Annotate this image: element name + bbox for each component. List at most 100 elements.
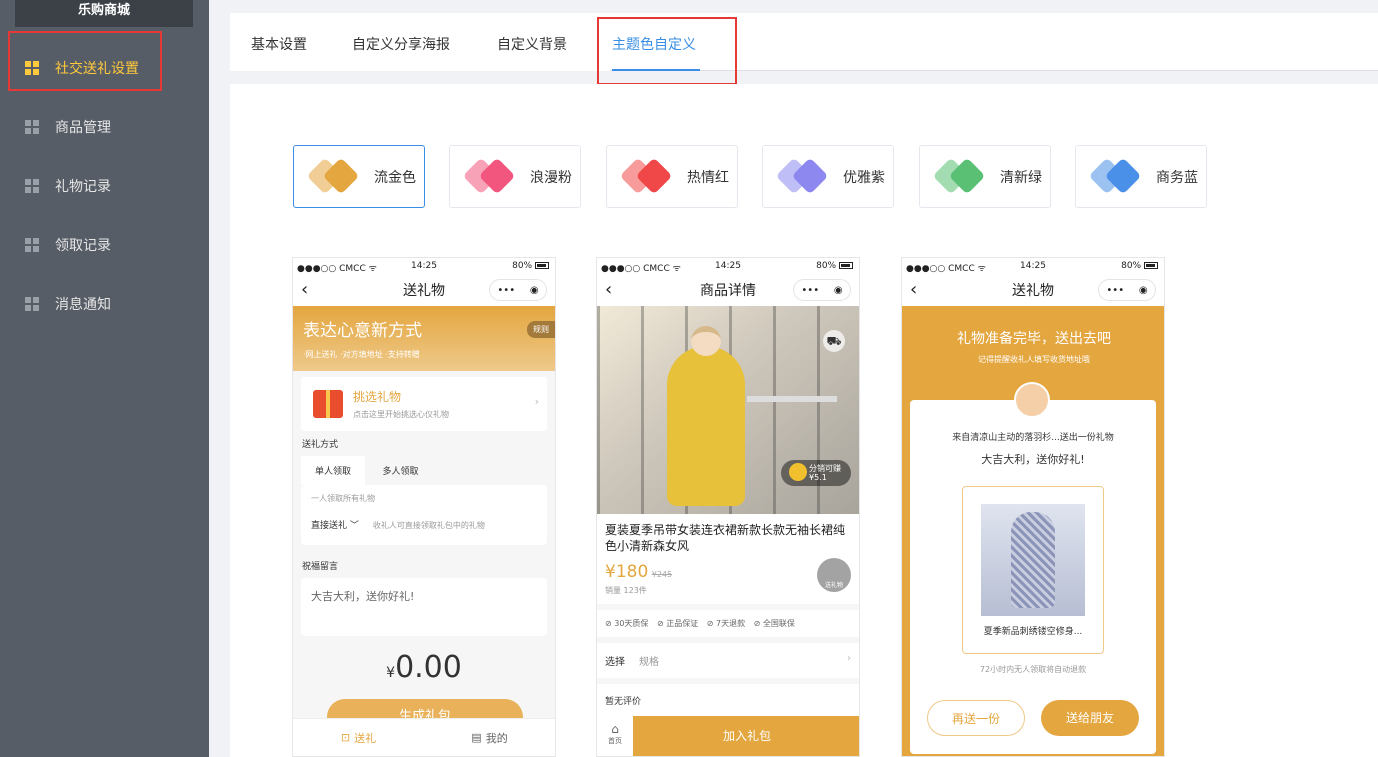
tab-send: ⊡ 送礼 <box>340 731 377 745</box>
send-friend-button: 送给朋友 <box>1041 700 1139 736</box>
battery-icon <box>839 262 853 269</box>
preview-gift-ready: ●●●○○ CMCC ᯤ 14:25 80% ‹ 送礼物 ••• ◉ 礼物准备完毕… <box>901 257 1165 757</box>
grid-icon <box>25 179 39 193</box>
nav-title: 送礼物 <box>1012 283 1054 299</box>
close-icon: ◉ <box>833 284 843 296</box>
highlight-box <box>8 31 162 91</box>
tab-share-poster[interactable]: 自定义分享海报 <box>352 34 450 54</box>
single-desc: 一人领取所有礼物 <box>311 494 375 503</box>
theme-label: 清新绿 <box>1000 169 1042 186</box>
close-icon: ◉ <box>1138 284 1148 296</box>
product-title: 夏装夏季吊带女装连衣裙新款长款无袖长裙纯色小清新森女风 <box>605 523 846 553</box>
preview-product-detail: ●●●○○ CMCC ᯤ 14:25 80% ‹ 商品详情 ••• ◉ ⛟ 分销可… <box>596 257 860 757</box>
chevron-right-icon: › <box>534 395 539 408</box>
grid-icon <box>25 120 39 134</box>
diamond-icon <box>619 157 681 197</box>
tab-mine: ▤ 我的 <box>471 731 508 745</box>
grid-icon <box>25 238 39 252</box>
total-amount: ¥0.00 <box>386 650 462 685</box>
wish-text: 大吉大利，送你好礼! <box>981 453 1085 466</box>
capsule-menu: ••• ◉ <box>489 279 547 301</box>
theme-option-gold[interactable]: 流金色 <box>293 145 425 208</box>
sidebar-item-claim-records[interactable]: 领取记录 <box>0 225 209 265</box>
tab-multi: 多人领取 <box>382 467 419 477</box>
gift-box-icon <box>313 390 343 418</box>
sidebar-item-label: 消息通知 <box>55 297 111 313</box>
more-icon: ••• <box>497 284 516 296</box>
hero-title: 表达心意新方式 <box>303 321 422 341</box>
gift-card: 来自清凉山主动的落羽杉...送出一份礼物 大吉大利，送你好礼! 夏季新品刺绣镂空… <box>910 400 1156 754</box>
theme-label: 商务蓝 <box>1156 169 1198 186</box>
diamond-icon <box>1088 157 1150 197</box>
hero-subtitle: ·网上送礼 ·对方填地址 ·支持转赠 <box>303 350 420 359</box>
pick-subtitle: 点击这里开始挑选心仪礼物 <box>353 410 449 419</box>
sidebar-item-notifications[interactable]: 消息通知 <box>0 284 209 324</box>
product-image <box>981 504 1085 616</box>
product-info: 夏装夏季吊带女装连衣裙新款长款无袖长裙纯色小清新森女风 ¥180 ¥245 销量… <box>597 514 859 604</box>
status-bar: ●●●○○ CMCC ᯤ 14:25 80% <box>597 258 859 274</box>
hero-banner: 表达心意新方式 ·网上送礼 ·对方填地址 ·支持转赠 规则 <box>293 306 555 371</box>
diamond-icon <box>462 157 524 197</box>
bottom-tabbar: ⊡ 送礼 ▤ 我的 <box>293 718 555 756</box>
coin-icon <box>789 463 807 481</box>
old-price: ¥245 <box>651 570 673 579</box>
tab-background[interactable]: 自定义背景 <box>497 34 567 54</box>
nav-bar: ‹ 送礼物 ••• ◉ <box>902 274 1164 306</box>
product-card: 夏季新品刺绣镂空修身... <box>962 486 1104 654</box>
sales-count: 销量 123件 <box>605 586 647 595</box>
sidebar-item-label: 商品管理 <box>55 120 111 136</box>
grid-icon <box>25 297 39 311</box>
battery: 80% <box>512 261 549 271</box>
wish-textarea: 大吉大利，送你好礼! <box>301 578 547 636</box>
avatar <box>1014 382 1050 418</box>
home-icon: ⌂ <box>611 722 619 736</box>
review-row: 暂无评价 <box>597 684 859 717</box>
product-photo: ⛟ 分销可赚 ¥5.1 <box>597 306 859 514</box>
tab-bar: 基本设置 自定义分享海报 自定义背景 主题色自定义 <box>230 13 1378 71</box>
direct-select: 直接送礼 ﹀ <box>311 521 359 531</box>
nav-bar: ‹ 送礼物 ••• ◉ <box>293 274 555 306</box>
gift-badge: 送礼物 <box>817 558 851 592</box>
sidebar-item-products[interactable]: 商品管理 <box>0 107 209 147</box>
sidebar-item-gift-records[interactable]: 礼物记录 <box>0 166 209 206</box>
theme-option-green[interactable]: 清新绿 <box>919 145 1051 208</box>
subline: 记得提醒收礼人填写收货地址哦 <box>978 355 1090 364</box>
clipboard-icon: ▤ <box>471 731 482 744</box>
theme-option-blue[interactable]: 商务蓝 <box>1075 145 1207 208</box>
back-icon: ‹ <box>910 279 918 300</box>
theme-option-red[interactable]: 热情红 <box>606 145 738 208</box>
capsule-menu: ••• ◉ <box>793 279 851 301</box>
theme-option-pink[interactable]: 浪漫粉 <box>449 145 581 208</box>
gift-icon: ⊡ <box>340 731 351 744</box>
battery: 80% <box>816 261 853 271</box>
back-icon: ‹ <box>605 279 613 300</box>
direct-desc: 收礼人可直接领取礼包中的礼物 <box>372 521 485 530</box>
wish-label: 祝福留言 <box>302 562 339 572</box>
close-icon: ◉ <box>529 284 539 296</box>
theme-label: 流金色 <box>374 169 416 186</box>
pick-gift-card: 挑选礼物 点击这里开始挑选心仪礼物 › <box>301 377 547 431</box>
nav-title: 送礼物 <box>403 283 445 299</box>
main-content: 流金色 浪漫粉 热情红 优雅紫 清新绿 商务蓝 ●●●○○ CMCC ᯤ 14:… <box>230 84 1378 757</box>
pick-title: 挑选礼物 <box>353 390 402 404</box>
diamond-icon <box>775 157 837 197</box>
product-name: 夏季新品刺绣镂空修身... <box>983 627 1083 637</box>
brand-logo: 乐购商城 <box>15 0 193 27</box>
from-text: 来自清凉山主动的落羽杉...送出一份礼物 <box>952 433 1114 443</box>
capsule-menu: ••• ◉ <box>1098 279 1156 301</box>
status-bar: ●●●○○ CMCC ᯤ 14:25 80% <box>293 258 555 274</box>
sidebar: 乐购商城 社交送礼设置 商品管理 礼物记录 领取记录 消息通知 <box>0 0 209 757</box>
tab-basic-settings[interactable]: 基本设置 <box>251 34 307 54</box>
home-button: ⌂ 首页 <box>597 716 633 756</box>
add-to-pack-button: 加入礼包 <box>633 716 859 756</box>
nav-title: 商品详情 <box>700 283 756 299</box>
preview-send-gift: ●●●○○ CMCC ᯤ 14:25 80% ‹ 送礼物 ••• ◉ 表达心意新方… <box>292 257 556 757</box>
theme-label: 浪漫粉 <box>530 169 572 186</box>
sidebar-item-label: 领取记录 <box>55 238 111 254</box>
method-label: 送礼方式 <box>302 440 339 450</box>
battery: 80% <box>1121 261 1158 271</box>
chevron-right-icon: › <box>847 653 851 664</box>
more-icon: ••• <box>1106 284 1125 296</box>
tab-single: 单人领取 <box>301 456 366 485</box>
theme-option-purple[interactable]: 优雅紫 <box>762 145 894 208</box>
